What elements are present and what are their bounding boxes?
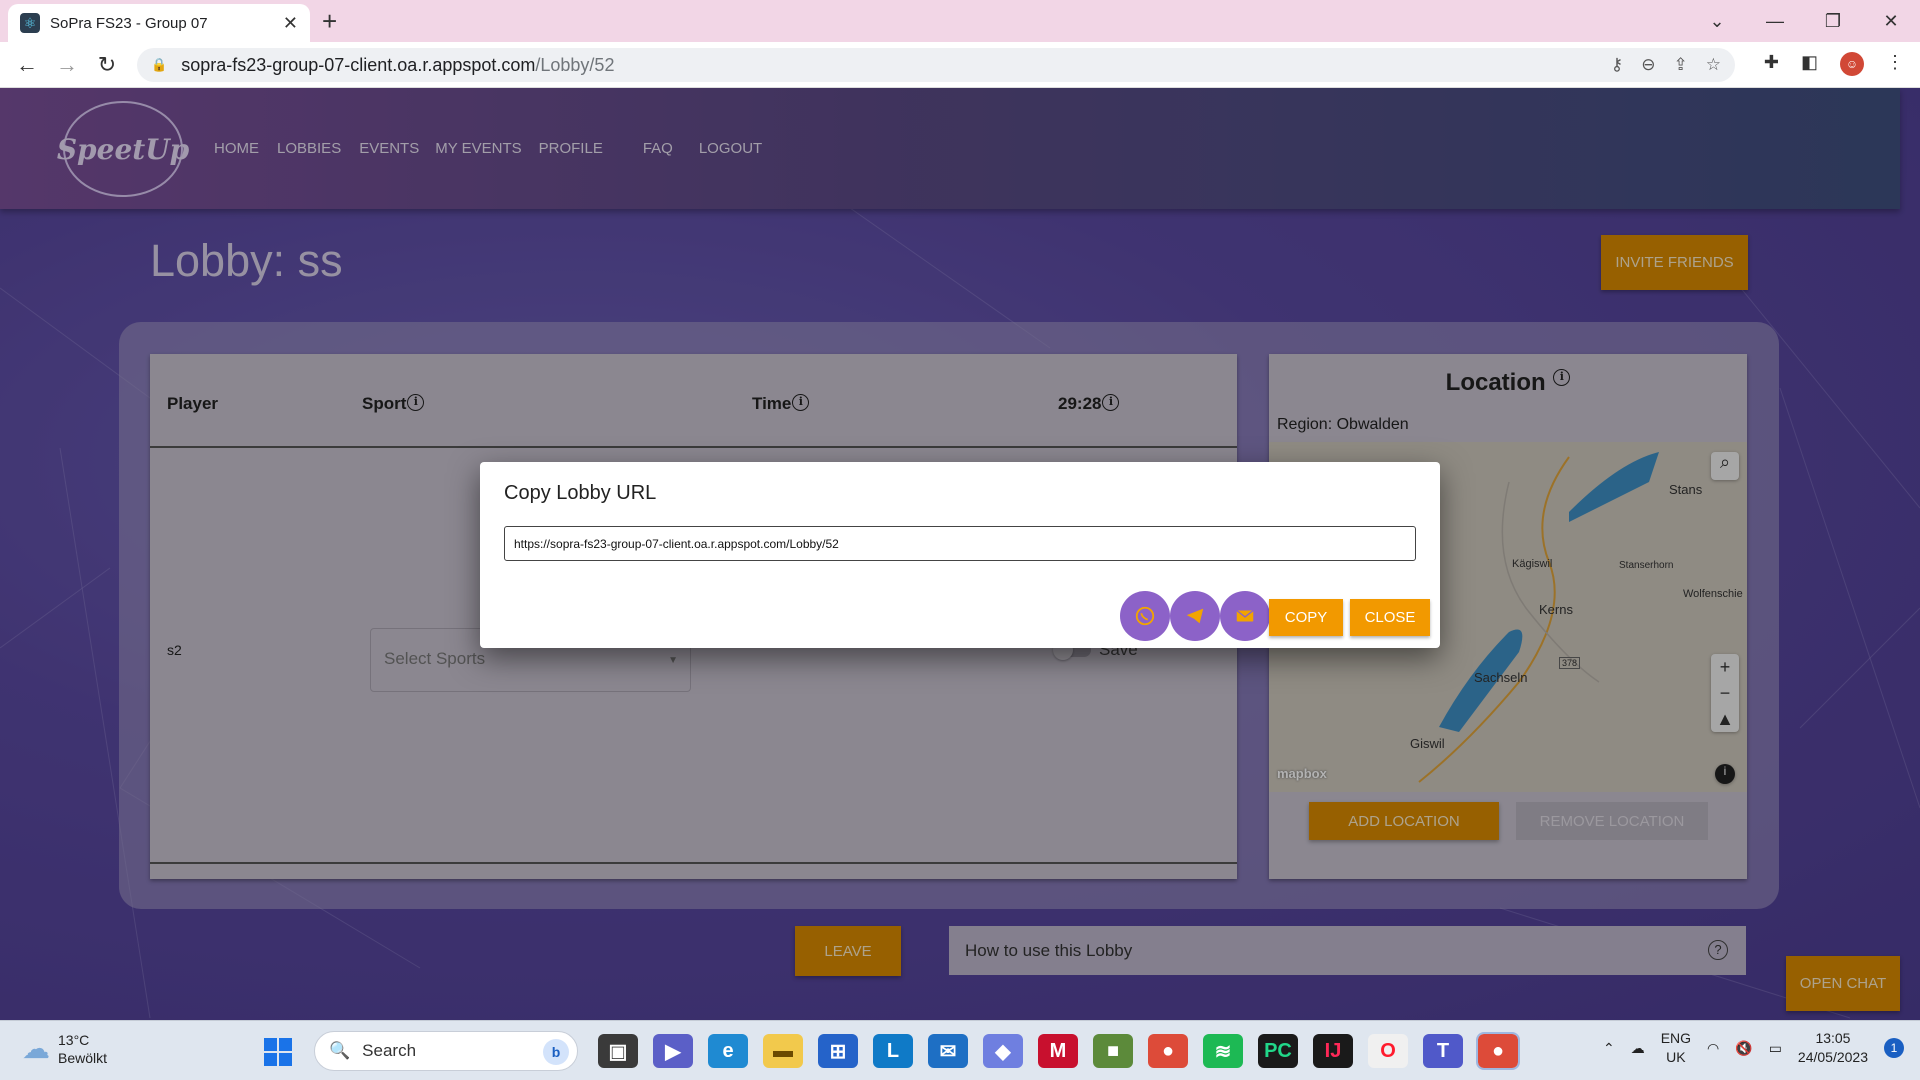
chrome-active-icon[interactable]: ● bbox=[1476, 1032, 1520, 1070]
whatsapp-icon[interactable] bbox=[1120, 591, 1170, 641]
spotify-icon[interactable]: ≋ bbox=[1203, 1034, 1243, 1068]
extension-area: ✚ ◧ ☺ ⋮ bbox=[1764, 52, 1904, 76]
zoom-icon[interactable]: ⊖ bbox=[1641, 55, 1655, 75]
page-viewport: SpeetUp HOME LOBBIES EVENTS MY EVENTS PR… bbox=[0, 88, 1920, 1020]
share-buttons bbox=[1120, 591, 1270, 641]
lock-icon[interactable]: 🔒 bbox=[151, 57, 167, 73]
browser-tabstrip: ⚛ SoPra FS23 - Group 07 ✕ + ⌄ — ❐ ✕ bbox=[0, 0, 1920, 42]
clock[interactable]: 13:05 24/05/2023 bbox=[1798, 1029, 1868, 1067]
restore-button[interactable]: ❐ bbox=[1804, 0, 1862, 42]
email-icon[interactable] bbox=[1220, 591, 1270, 641]
system-tray: ⌃ ☁ ENG UK ◠ 🔇 ▭ 13:05 24/05/2023 1 bbox=[1603, 1029, 1904, 1067]
weather-condition: Bewölkt bbox=[58, 1050, 108, 1066]
minimize-button[interactable]: — bbox=[1746, 0, 1804, 42]
address-bar[interactable]: 🔒 sopra-fs23-group-07-client.oa.r.appspo… bbox=[137, 48, 1735, 82]
back-icon[interactable]: ← bbox=[12, 50, 42, 80]
tab-title: SoPra FS23 - Group 07 bbox=[50, 14, 208, 32]
tab-search-icon[interactable]: ⌄ bbox=[1688, 0, 1746, 42]
bing-icon[interactable]: b bbox=[543, 1039, 569, 1065]
browser-tab[interactable]: ⚛ SoPra FS23 - Group 07 ✕ bbox=[8, 4, 310, 42]
onedrive-icon[interactable]: ☁ bbox=[1631, 1040, 1645, 1057]
key-icon[interactable]: ⚷ bbox=[1611, 55, 1623, 75]
copy-url-dialog: Copy Lobby URL COPY CLOSE bbox=[480, 462, 1440, 648]
edge-icon[interactable]: e bbox=[708, 1034, 748, 1068]
mail-icon[interactable]: ✉ bbox=[928, 1034, 968, 1068]
l-app-icon[interactable]: L bbox=[873, 1034, 913, 1068]
battery-icon[interactable]: ▭ bbox=[1769, 1040, 1782, 1057]
mcafee-icon[interactable]: M bbox=[1038, 1034, 1078, 1068]
close-button[interactable]: CLOSE bbox=[1350, 599, 1430, 636]
windows-taskbar: ☁ 13°C Bewölkt 🔍 Search b ▣ ▶ e ▬ ⊞ L ✉ ◆… bbox=[0, 1020, 1920, 1080]
copilot-icon[interactable]: ◆ bbox=[983, 1034, 1023, 1068]
window-controls: ⌄ — ❐ ✕ bbox=[1688, 0, 1920, 42]
search-icon: 🔍 bbox=[329, 1041, 351, 1060]
copy-button[interactable]: COPY bbox=[1269, 599, 1343, 636]
extensions-puzzle-icon[interactable]: ✚ bbox=[1764, 52, 1779, 76]
telegram-icon[interactable] bbox=[1170, 591, 1220, 641]
chevron-up-icon[interactable]: ⌃ bbox=[1603, 1040, 1615, 1057]
reload-icon[interactable]: ↻ bbox=[92, 50, 122, 80]
bookmark-star-icon[interactable]: ☆ bbox=[1706, 55, 1721, 75]
volume-muted-icon[interactable]: 🔇 bbox=[1735, 1040, 1752, 1057]
close-window-button[interactable]: ✕ bbox=[1862, 0, 1920, 42]
browser-toolbar: ← → ↻ 🔒 sopra-fs23-group-07-client.oa.r.… bbox=[0, 42, 1920, 88]
language-indicator[interactable]: ENG UK bbox=[1661, 1029, 1691, 1067]
new-tab-button[interactable]: + bbox=[322, 6, 337, 37]
url-path: /Lobby/52 bbox=[535, 54, 615, 75]
dialog-title: Copy Lobby URL bbox=[504, 482, 657, 504]
pinned-apps: ▣ ▶ e ▬ ⊞ L ✉ ◆ M ■ ● ≋ PC IJ O T ● bbox=[598, 1032, 1520, 1070]
chrome-icon[interactable]: ● bbox=[1148, 1034, 1188, 1068]
temperature: 13°C bbox=[58, 1032, 90, 1048]
chat-icon[interactable]: ▶ bbox=[653, 1034, 693, 1068]
weather-widget[interactable]: ☁ 13°C Bewölkt bbox=[22, 1031, 107, 1067]
task-view-icon[interactable]: ▣ bbox=[598, 1034, 638, 1068]
share-icon[interactable]: ⇪ bbox=[1674, 55, 1688, 75]
cloud-icon: ☁ bbox=[22, 1033, 50, 1064]
forward-icon[interactable]: → bbox=[52, 50, 82, 80]
pycharm-icon[interactable]: PC bbox=[1258, 1034, 1298, 1068]
intellij-icon[interactable]: IJ bbox=[1313, 1034, 1353, 1068]
wifi-icon[interactable]: ◠ bbox=[1707, 1040, 1719, 1057]
profile-avatar-icon[interactable]: ☺ bbox=[1840, 52, 1864, 76]
teams-icon[interactable]: T bbox=[1423, 1034, 1463, 1068]
close-tab-icon[interactable]: ✕ bbox=[283, 13, 298, 34]
menu-kebab-icon[interactable]: ⋮ bbox=[1886, 52, 1904, 76]
store-icon[interactable]: ⊞ bbox=[818, 1034, 858, 1068]
windows-start-icon[interactable] bbox=[264, 1038, 292, 1066]
taskbar-search[interactable]: 🔍 Search b bbox=[314, 1031, 578, 1071]
notification-badge[interactable]: 1 bbox=[1884, 1038, 1904, 1058]
url-host: sopra-fs23-group-07-client.oa.r.appspot.… bbox=[181, 54, 536, 75]
minecraft-icon[interactable]: ■ bbox=[1093, 1034, 1133, 1068]
opera-icon[interactable]: O bbox=[1368, 1034, 1408, 1068]
lobby-url-field[interactable] bbox=[504, 526, 1416, 561]
file-explorer-icon[interactable]: ▬ bbox=[763, 1034, 803, 1068]
search-label: Search bbox=[362, 1041, 417, 1060]
side-panel-icon[interactable]: ◧ bbox=[1801, 52, 1818, 76]
react-icon: ⚛ bbox=[20, 13, 40, 33]
